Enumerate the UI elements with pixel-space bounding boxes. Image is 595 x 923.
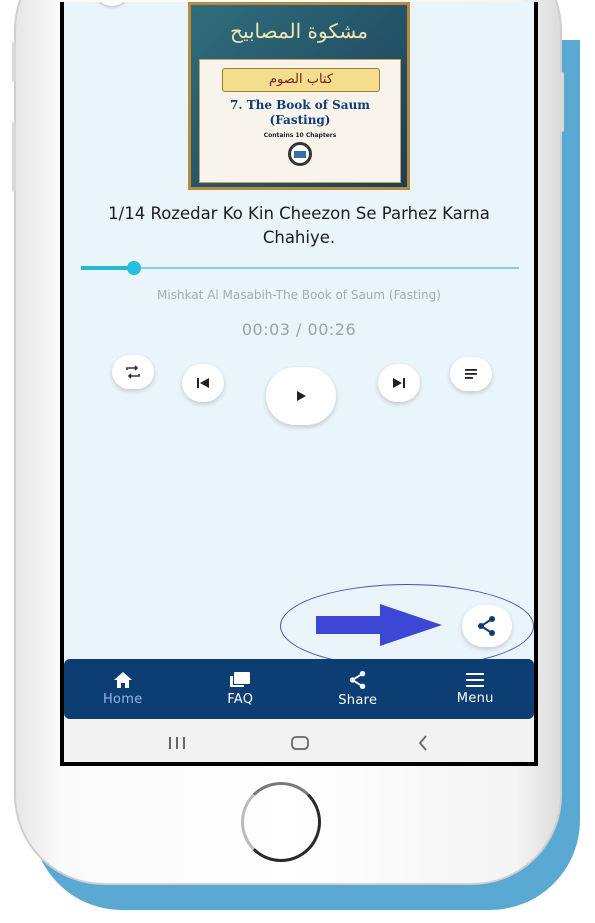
album-cover: مشكوة المصابيح كتاب الصوم 7. The Book of… bbox=[188, 2, 410, 190]
cover-english-title: 7. The Book of Saum (Fasting) bbox=[200, 98, 400, 128]
side-button bbox=[12, 42, 16, 82]
next-button[interactable] bbox=[378, 364, 420, 402]
menu-icon bbox=[466, 673, 485, 687]
bottom-navigation: Home FAQ Share Menu bbox=[64, 659, 534, 719]
previous-button[interactable] bbox=[182, 364, 224, 402]
album-name: Mishkat Al Masabih-The Book of Saum (Fas… bbox=[157, 288, 441, 302]
app-view: مشكوة المصابيح كتاب الصوم 7. The Book of… bbox=[64, 2, 534, 762]
playlist-button[interactable] bbox=[450, 357, 492, 391]
share-fab-button[interactable] bbox=[462, 605, 512, 647]
headphones-logo-icon bbox=[288, 142, 312, 166]
side-button bbox=[12, 122, 16, 192]
recents-icon[interactable] bbox=[166, 735, 188, 751]
home-outline-icon[interactable] bbox=[290, 735, 310, 751]
nav-label: Menu bbox=[456, 691, 494, 706]
track-title: 1/14 Rozedar Ko Kin Cheezon Se Parhez Ka… bbox=[108, 204, 490, 247]
cover-arabic-banner: كتاب الصوم bbox=[222, 68, 380, 92]
repeat-button[interactable] bbox=[112, 355, 154, 389]
phone-frame: مشكوة المصابيح كتاب الصوم 7. The Book of… bbox=[12, 0, 564, 885]
cover-arabic-title: مشكوة المصابيح bbox=[230, 19, 368, 43]
cover-title-line-1: 7. The Book of Saum bbox=[229, 98, 371, 112]
screen: مشكوة المصابيح كتاب الصوم 7. The Book of… bbox=[60, 2, 538, 766]
repeat-icon bbox=[126, 365, 140, 379]
play-icon bbox=[297, 391, 306, 401]
playlist-icon bbox=[465, 369, 477, 379]
previous-icon bbox=[197, 378, 209, 388]
play-button[interactable] bbox=[266, 367, 336, 425]
cover-subtitle: Contains 10 Chapters bbox=[263, 132, 337, 139]
nav-label: FAQ bbox=[227, 692, 254, 707]
system-navigation-bar bbox=[64, 719, 534, 762]
time-display: 00:03 / 00:26 bbox=[241, 320, 357, 339]
phone-home-button[interactable] bbox=[241, 782, 321, 862]
nav-label: Share bbox=[338, 693, 378, 708]
share-icon bbox=[478, 616, 495, 636]
nav-home[interactable]: Home bbox=[64, 659, 182, 719]
progress-bar[interactable] bbox=[81, 261, 519, 275]
progress-fill bbox=[81, 266, 134, 270]
share-icon bbox=[349, 670, 366, 690]
cover-title-line-2: (Fasting) bbox=[269, 113, 331, 127]
nav-faq[interactable]: FAQ bbox=[182, 659, 300, 719]
nav-menu[interactable]: Menu bbox=[417, 659, 535, 719]
top-action-button[interactable] bbox=[94, 2, 130, 6]
side-button bbox=[560, 72, 564, 132]
cover-panel: كتاب الصوم 7. The Book of Saum (Fasting)… bbox=[199, 59, 401, 183]
home-icon bbox=[113, 672, 132, 688]
nav-label: Home bbox=[102, 692, 143, 707]
progress-thumb[interactable] bbox=[126, 261, 141, 275]
nav-share[interactable]: Share bbox=[299, 659, 417, 719]
back-icon[interactable] bbox=[416, 734, 430, 752]
chat-icon bbox=[230, 672, 251, 687]
next-icon bbox=[393, 378, 405, 388]
arrow-annotation-icon bbox=[316, 604, 442, 646]
